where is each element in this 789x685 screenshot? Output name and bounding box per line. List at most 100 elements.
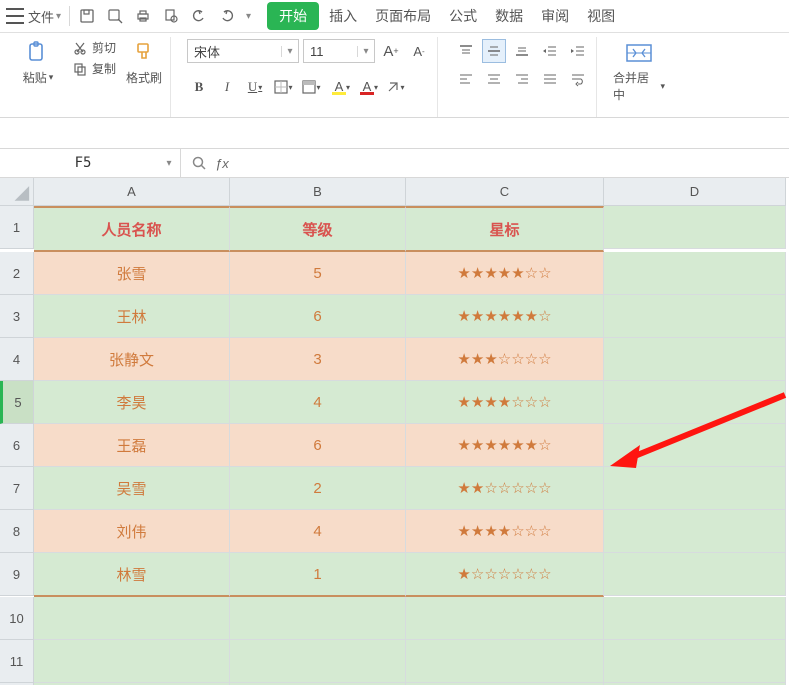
row-header[interactable]: 2 bbox=[0, 252, 34, 295]
tab-page-layout[interactable]: 页面布局 bbox=[367, 2, 439, 30]
grow-font-button[interactable]: A+ bbox=[379, 39, 403, 63]
cut-button[interactable]: 剪切 bbox=[72, 39, 116, 56]
font-name-combo[interactable]: 宋体 ▾ bbox=[187, 39, 299, 63]
cell-stars[interactable]: ★★★★★★☆ bbox=[406, 295, 604, 338]
name-box[interactable]: F5 ▾ bbox=[0, 149, 181, 177]
cell[interactable] bbox=[604, 510, 786, 553]
row-header[interactable]: 10 bbox=[0, 597, 34, 640]
file-menu[interactable]: 文件 ▾ bbox=[28, 7, 61, 26]
align-top-button[interactable] bbox=[454, 39, 478, 63]
cell-stars[interactable]: ★★☆☆☆☆☆ bbox=[406, 467, 604, 510]
cell[interactable] bbox=[34, 597, 230, 640]
tab-view[interactable]: 视图 bbox=[579, 2, 623, 30]
cell[interactable] bbox=[230, 640, 406, 683]
cell-name[interactable]: 王林 bbox=[34, 295, 230, 338]
column-header-D[interactable]: D bbox=[604, 178, 786, 206]
cell[interactable] bbox=[604, 338, 786, 381]
redo-icon[interactable] bbox=[218, 7, 236, 25]
row-header[interactable]: 3 bbox=[0, 295, 34, 338]
cell[interactable] bbox=[604, 640, 786, 683]
cell-level[interactable]: 4 bbox=[230, 381, 406, 424]
column-header-A[interactable]: A bbox=[34, 178, 230, 206]
column-header-C[interactable]: C bbox=[406, 178, 604, 206]
row-header[interactable]: 4 bbox=[0, 338, 34, 381]
row-header[interactable]: 11 bbox=[0, 640, 34, 683]
header-star[interactable]: 星标 bbox=[406, 206, 604, 252]
cell-stars[interactable]: ★★★★☆☆☆ bbox=[406, 381, 604, 424]
cell[interactable] bbox=[604, 597, 786, 640]
merge-center-button[interactable]: 合并居中▾ bbox=[613, 39, 665, 103]
cell-stars[interactable]: ★☆☆☆☆☆☆ bbox=[406, 553, 604, 597]
decrease-indent-button[interactable] bbox=[538, 39, 562, 63]
qat-more-icon[interactable]: ▾ bbox=[246, 11, 251, 22]
font-size-combo[interactable]: 11 ▾ bbox=[303, 39, 375, 63]
cell[interactable] bbox=[406, 597, 604, 640]
cell-name[interactable]: 李昊 bbox=[34, 381, 230, 424]
cell-level[interactable]: 5 bbox=[230, 252, 406, 295]
row-header[interactable]: 8 bbox=[0, 510, 34, 553]
cell[interactable] bbox=[604, 206, 786, 249]
align-bottom-button[interactable] bbox=[510, 39, 534, 63]
undo-icon[interactable] bbox=[190, 7, 208, 25]
save-icon[interactable] bbox=[78, 7, 96, 25]
header-level[interactable]: 等级 bbox=[230, 206, 406, 252]
cell-stars[interactable]: ★★★★★★☆ bbox=[406, 424, 604, 467]
cell-name[interactable]: 刘伟 bbox=[34, 510, 230, 553]
cell-style-button[interactable]: ▾ bbox=[299, 75, 323, 99]
tab-start[interactable]: 开始 bbox=[267, 2, 319, 30]
align-left-button[interactable] bbox=[454, 67, 478, 91]
tab-insert[interactable]: 插入 bbox=[321, 2, 365, 30]
increase-indent-button[interactable] bbox=[566, 39, 590, 63]
cell-name[interactable]: 张静文 bbox=[34, 338, 230, 381]
cell-level[interactable]: 6 bbox=[230, 295, 406, 338]
fill-color-button[interactable]: A▾ bbox=[327, 75, 351, 99]
cell-name[interactable]: 王磊 bbox=[34, 424, 230, 467]
cell[interactable] bbox=[604, 252, 786, 295]
cell-level[interactable]: 2 bbox=[230, 467, 406, 510]
cell[interactable] bbox=[230, 597, 406, 640]
cell-name[interactable]: 张雪 bbox=[34, 252, 230, 295]
tab-review[interactable]: 审阅 bbox=[533, 2, 577, 30]
cell[interactable] bbox=[604, 295, 786, 338]
copy-button[interactable]: 复制 bbox=[72, 60, 116, 77]
tab-formula[interactable]: 公式 bbox=[441, 2, 485, 30]
paste-button[interactable]: 粘贴▾ bbox=[12, 39, 64, 86]
cell-level[interactable]: 3 bbox=[230, 338, 406, 381]
cell[interactable] bbox=[406, 640, 604, 683]
font-color-button[interactable]: A▾ bbox=[355, 75, 379, 99]
row-header[interactable]: 9 bbox=[0, 553, 34, 596]
header-name[interactable]: 人员名称 bbox=[34, 206, 230, 252]
cell-stars[interactable]: ★★★★★☆☆ bbox=[406, 252, 604, 295]
row-header[interactable]: 1 bbox=[0, 206, 34, 249]
italic-button[interactable]: I bbox=[215, 75, 239, 99]
print-icon[interactable] bbox=[134, 7, 152, 25]
formula-input[interactable] bbox=[237, 151, 779, 175]
fx-icon[interactable]: ƒx bbox=[215, 156, 229, 171]
row-header[interactable]: 5 bbox=[0, 381, 34, 424]
search-icon[interactable] bbox=[191, 155, 207, 171]
cell-level[interactable]: 1 bbox=[230, 553, 406, 597]
save-as-icon[interactable] bbox=[106, 7, 124, 25]
align-right-button[interactable] bbox=[510, 67, 534, 91]
menu-icon[interactable] bbox=[6, 8, 24, 24]
cell[interactable] bbox=[34, 640, 230, 683]
underline-button[interactable]: U▾ bbox=[243, 75, 267, 99]
bold-button[interactable]: B bbox=[187, 75, 211, 99]
format-painter-button[interactable]: 格式刷 bbox=[124, 39, 164, 86]
cell[interactable] bbox=[604, 553, 786, 596]
align-middle-button[interactable] bbox=[482, 39, 506, 63]
cell-stars[interactable]: ★★★☆☆☆☆ bbox=[406, 338, 604, 381]
column-header-B[interactable]: B bbox=[230, 178, 406, 206]
shrink-font-button[interactable]: A- bbox=[407, 39, 431, 63]
align-center-button[interactable] bbox=[482, 67, 506, 91]
cell-name[interactable]: 吴雪 bbox=[34, 467, 230, 510]
row-header[interactable]: 6 bbox=[0, 424, 34, 467]
row-header[interactable]: 7 bbox=[0, 467, 34, 510]
cell-level[interactable]: 4 bbox=[230, 510, 406, 553]
border-button[interactable]: ▾ bbox=[271, 75, 295, 99]
clear-format-button[interactable]: ▾ bbox=[383, 75, 407, 99]
cell-name[interactable]: 林雪 bbox=[34, 553, 230, 597]
select-all-corner[interactable] bbox=[0, 178, 34, 206]
wrap-text-button[interactable] bbox=[566, 67, 590, 91]
print-preview-icon[interactable] bbox=[162, 7, 180, 25]
